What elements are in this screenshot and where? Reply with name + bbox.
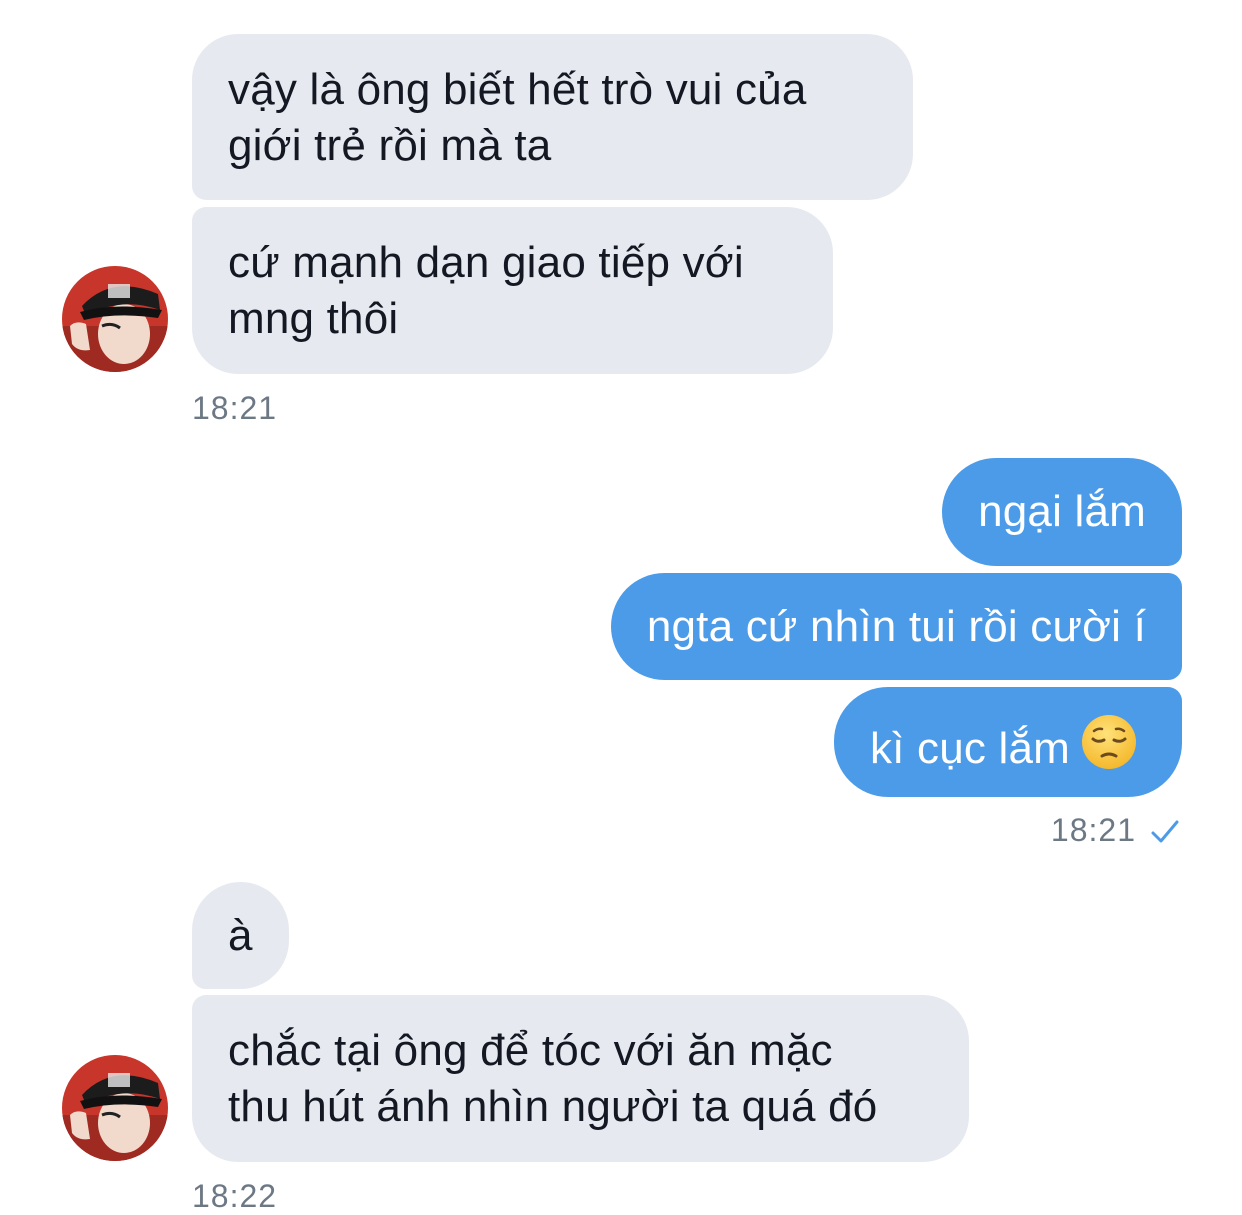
received-message[interactable]: cứ mạnh dạn giao tiếp với mng thôi <box>192 207 833 374</box>
pensive-face-icon <box>1080 713 1138 785</box>
sent-message-text: kì cục lắm <box>869 724 1070 773</box>
received-message[interactable]: vậy là ông biết hết trò vui của giới trẻ… <box>192 34 913 200</box>
received-message[interactable]: à <box>192 882 289 989</box>
sent-message[interactable]: kì cục lắm <box>833 687 1182 797</box>
contact-avatar[interactable] <box>62 266 168 372</box>
received-message[interactable]: chắc tại ông để tóc với ăn mặc thu hút á… <box>192 995 969 1162</box>
check-icon <box>1150 818 1180 851</box>
sent-message[interactable]: ngại lắm <box>942 458 1182 566</box>
timestamp: 18:21 <box>1050 812 1136 848</box>
timestamp: 18:21 <box>192 390 278 426</box>
timestamp: 18:22 <box>192 1178 278 1214</box>
sent-message[interactable]: ngta cứ nhìn tui rồi cười í <box>610 573 1182 680</box>
avatar-photo <box>62 266 168 372</box>
avatar-photo <box>62 1055 168 1161</box>
contact-avatar[interactable] <box>62 1055 168 1161</box>
